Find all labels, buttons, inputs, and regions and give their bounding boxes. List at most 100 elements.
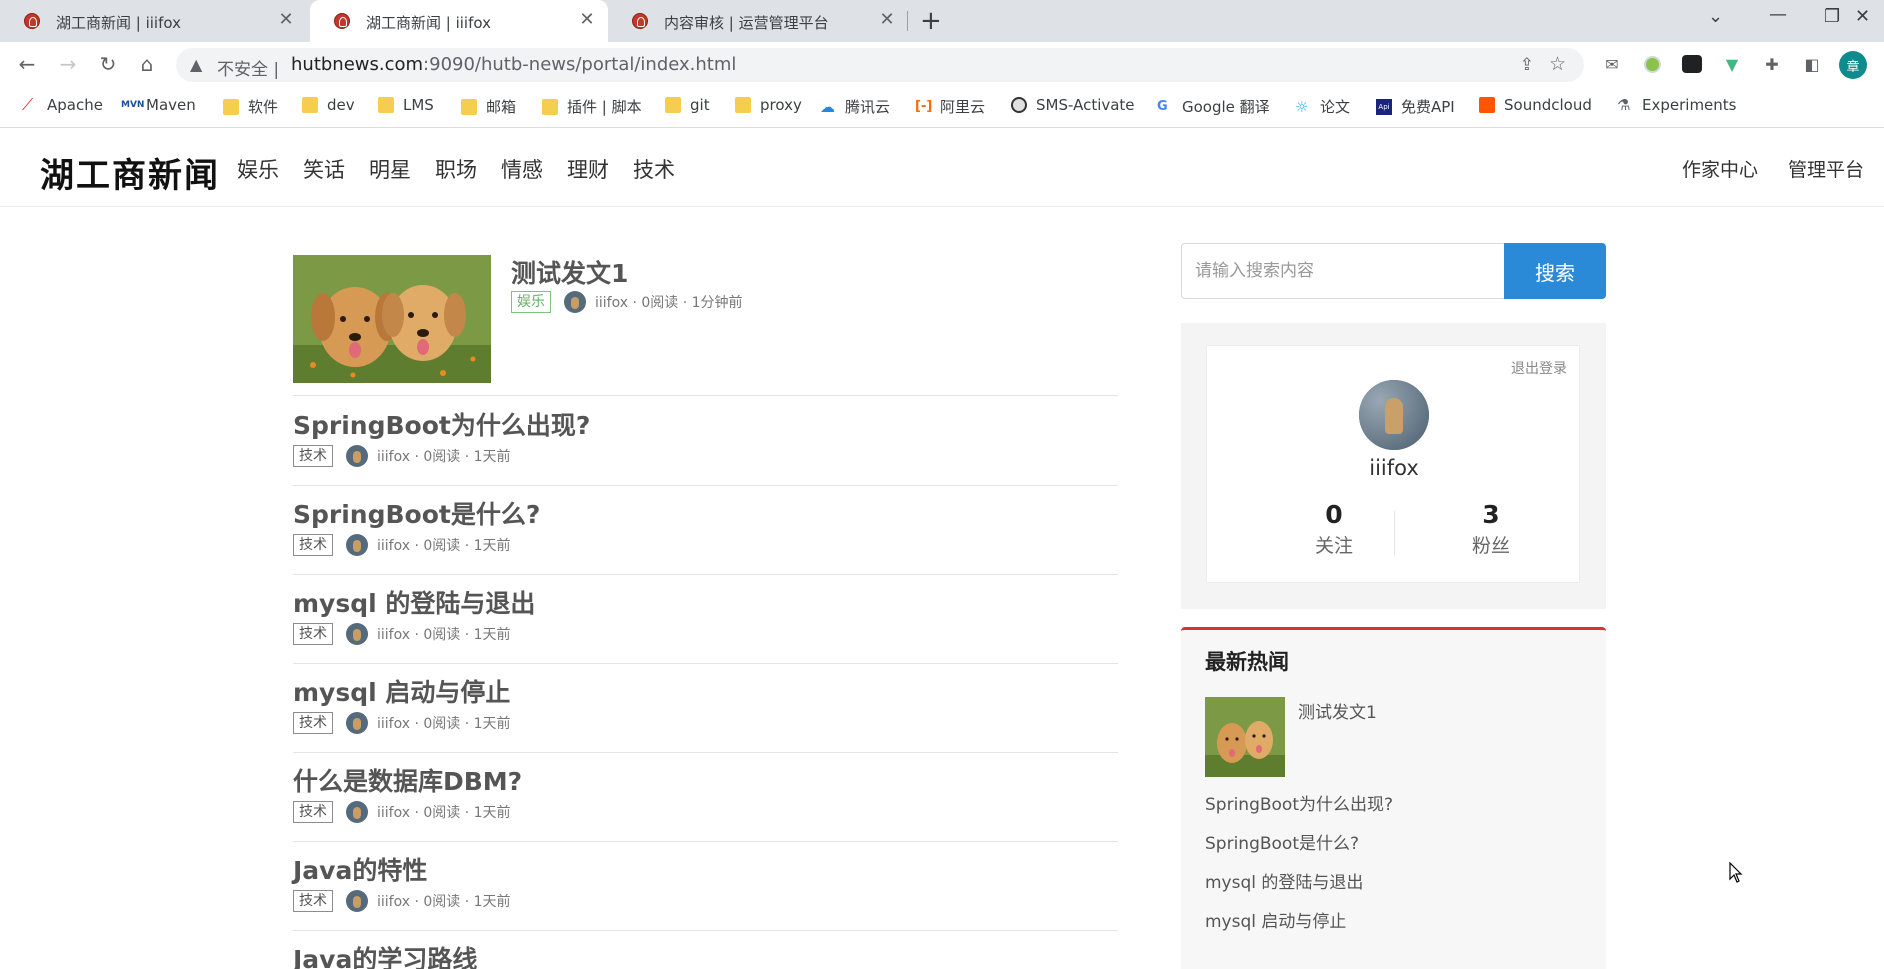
folder-icon (735, 97, 751, 113)
username[interactable]: iiifox (1207, 456, 1581, 480)
tab-news-1[interactable]: 湖工商新闻 | iiifox ✕ (0, 0, 307, 42)
reload-icon[interactable]: ↻ (95, 52, 121, 76)
bookmark-free-api[interactable]: Api 免费API (1376, 96, 1455, 117)
category-tag[interactable]: 技术 (293, 890, 333, 912)
category-tag[interactable]: 技术 (293, 801, 333, 823)
logout-link[interactable]: 退出登录 (1511, 358, 1567, 378)
url-path: :9090/hutb-news/portal/index.html (423, 54, 737, 75)
admin-platform-link[interactable]: 管理平台 (1788, 155, 1864, 182)
vue-devtools-icon[interactable]: ▼ (1721, 53, 1743, 75)
nav-finance[interactable]: 理财 (567, 154, 609, 184)
bookmark-folder-dev[interactable]: dev (302, 96, 355, 114)
nav-celebrities[interactable]: 明星 (369, 154, 411, 184)
nav-tech[interactable]: 技术 (633, 154, 675, 184)
featured-title[interactable]: 测试发文1 (511, 254, 628, 290)
tab-content-review[interactable]: 内容审核 | 运营管理平台 ✕ (608, 0, 908, 42)
bookmark-apache[interactable]: ⟋ Apache (22, 96, 103, 114)
game-extension-icon[interactable] (1681, 53, 1703, 75)
bookmark-folder-software[interactable]: 软件 (223, 96, 278, 117)
search-button[interactable]: 搜索 (1504, 243, 1606, 299)
article-title[interactable]: Java的学习路线 (293, 940, 477, 969)
close-tab-icon[interactable]: ✕ (876, 9, 898, 30)
hot-news-item[interactable]: mysql 启动与停止 (1205, 907, 1346, 932)
list-item[interactable]: mysql 的登陆与退出 技术 iiifox · 0阅读 · 1天前 (293, 574, 1118, 664)
bookmark-tencent-cloud[interactable]: ☁ 腾讯云 (820, 96, 890, 117)
bookmark-folder-mail[interactable]: 邮箱 (461, 96, 516, 117)
follow-count: 0 (1325, 500, 1343, 529)
bookmark-folder-plugins[interactable]: 插件 | 脚本 (542, 96, 642, 117)
bookmark-experiments[interactable]: ⚗ Experiments (1617, 96, 1736, 114)
home-icon[interactable]: ⌂ (134, 52, 160, 76)
forward-icon[interactable]: → (55, 52, 81, 76)
list-item[interactable]: Java的学习路线 (293, 930, 1118, 969)
hot-news-item[interactable]: SpringBoot是什么? (1205, 829, 1359, 854)
back-icon[interactable]: ← (14, 52, 40, 76)
restore-icon[interactable]: ❐ (1824, 6, 1840, 27)
bookmark-aliyun[interactable]: [-] 阿里云 (915, 96, 985, 117)
list-item[interactable]: Java的特性 技术 iiifox · 0阅读 · 1天前 (293, 841, 1118, 931)
follow-stat[interactable]: 0 关注 (1274, 500, 1394, 558)
article-title[interactable]: Java的特性 (293, 851, 427, 887)
minimize-icon[interactable]: — (1769, 4, 1787, 25)
featured-article[interactable]: 测试发文1 娱乐 iiifox · 0阅读 · 1分钟前 (293, 255, 1118, 396)
avatar[interactable] (1359, 380, 1429, 450)
hot-news-item[interactable]: mysql 的登陆与退出 (1205, 868, 1363, 893)
search-input[interactable]: 请输入搜索内容 (1181, 243, 1504, 299)
url-host: hutbnews.com (291, 54, 424, 75)
site-logo[interactable]: 湖工商新闻 (40, 148, 220, 197)
hot-news-item[interactable]: 测试发文1 (1298, 698, 1377, 723)
list-item[interactable]: SpringBoot为什么出现? 技术 iiifox · 0阅读 · 1天前 (293, 396, 1118, 486)
writer-center-link[interactable]: 作家中心 (1682, 155, 1758, 182)
side-panel-icon[interactable]: ◧ (1801, 53, 1823, 75)
close-tab-icon[interactable]: ✕ (576, 9, 598, 30)
article-title[interactable]: mysql 启动与停止 (293, 673, 510, 709)
nav-entertainment[interactable]: 娱乐 (237, 154, 279, 184)
nav-emotion[interactable]: 情感 (501, 154, 543, 184)
list-item[interactable]: mysql 启动与停止 技术 iiifox · 0阅读 · 1天前 (293, 663, 1118, 753)
bookmark-soundcloud[interactable]: Soundcloud (1479, 96, 1592, 114)
close-tab-icon[interactable]: ✕ (275, 9, 297, 30)
bookmark-sms-activate[interactable]: SMS-Activate (1011, 96, 1135, 114)
circle-extension-icon[interactable] (1641, 53, 1663, 75)
category-tag[interactable]: 技术 (293, 445, 333, 467)
category-tag[interactable]: 技术 (293, 534, 333, 556)
puzzle-extensions-icon[interactable]: ✚ (1761, 53, 1783, 75)
bookmark-star-icon[interactable]: ☆ (1549, 53, 1566, 75)
hot-news-item[interactable]: SpringBoot为什么出现? (1205, 790, 1393, 815)
hot-news-thumbnail[interactable] (1205, 697, 1285, 777)
category-tag[interactable]: 技术 (293, 623, 333, 645)
list-item[interactable]: 什么是数据库DBM? 技术 iiifox · 0阅读 · 1天前 (293, 752, 1118, 842)
bookmark-folder-proxy[interactable]: proxy (735, 96, 802, 114)
article-title[interactable]: SpringBoot为什么出现? (293, 406, 590, 442)
nav-career[interactable]: 职场 (435, 154, 477, 184)
tab-search-icon[interactable]: ⌄ (1708, 6, 1723, 27)
folder-icon (302, 97, 318, 113)
article-title[interactable]: SpringBoot是什么? (293, 495, 540, 531)
close-window-icon[interactable]: ✕ (1855, 6, 1870, 27)
profile-avatar[interactable]: 章 (1839, 51, 1867, 79)
share-icon[interactable]: ⇪ (1520, 55, 1534, 75)
article-title[interactable]: 什么是数据库DBM? (293, 762, 522, 798)
mail-extension-icon[interactable]: ✉ (1601, 53, 1623, 75)
category-tag[interactable]: 技术 (293, 712, 333, 734)
author-avatar (346, 445, 368, 467)
warning-icon[interactable]: ▲ (190, 55, 202, 74)
article-meta: 技术 iiifox · 0阅读 · 1天前 (293, 445, 511, 467)
translate-icon: G (1157, 98, 1168, 114)
bookmark-maven[interactable]: MVN Maven (121, 96, 196, 114)
security-label[interactable]: 不安全 | (217, 55, 279, 80)
bookmark-papers[interactable]: ☼ 论文 (1295, 96, 1350, 117)
nav-jokes[interactable]: 笑话 (303, 154, 345, 184)
bookmark-folder-lms[interactable]: LMS (378, 96, 434, 114)
plus-icon[interactable]: + (920, 6, 942, 36)
url-text[interactable]: hutbnews.com:9090/hutb-news/portal/index… (291, 54, 736, 75)
category-tag[interactable]: 娱乐 (511, 291, 551, 313)
tab-news-2[interactable]: 湖工商新闻 | iiifox ✕ (310, 0, 608, 42)
bookmark-folder-git[interactable]: git (665, 96, 710, 114)
article-title[interactable]: mysql 的登陆与退出 (293, 584, 535, 620)
bookmark-google-translate[interactable]: G Google 翻译 (1157, 96, 1270, 117)
address-bar[interactable]: ▲ 不安全 | hutbnews.com:9090/hutb-news/port… (176, 48, 1584, 82)
fans-stat[interactable]: 3 粉丝 (1431, 500, 1551, 558)
article-thumbnail[interactable] (293, 255, 491, 383)
list-item[interactable]: SpringBoot是什么? 技术 iiifox · 0阅读 · 1天前 (293, 485, 1118, 575)
